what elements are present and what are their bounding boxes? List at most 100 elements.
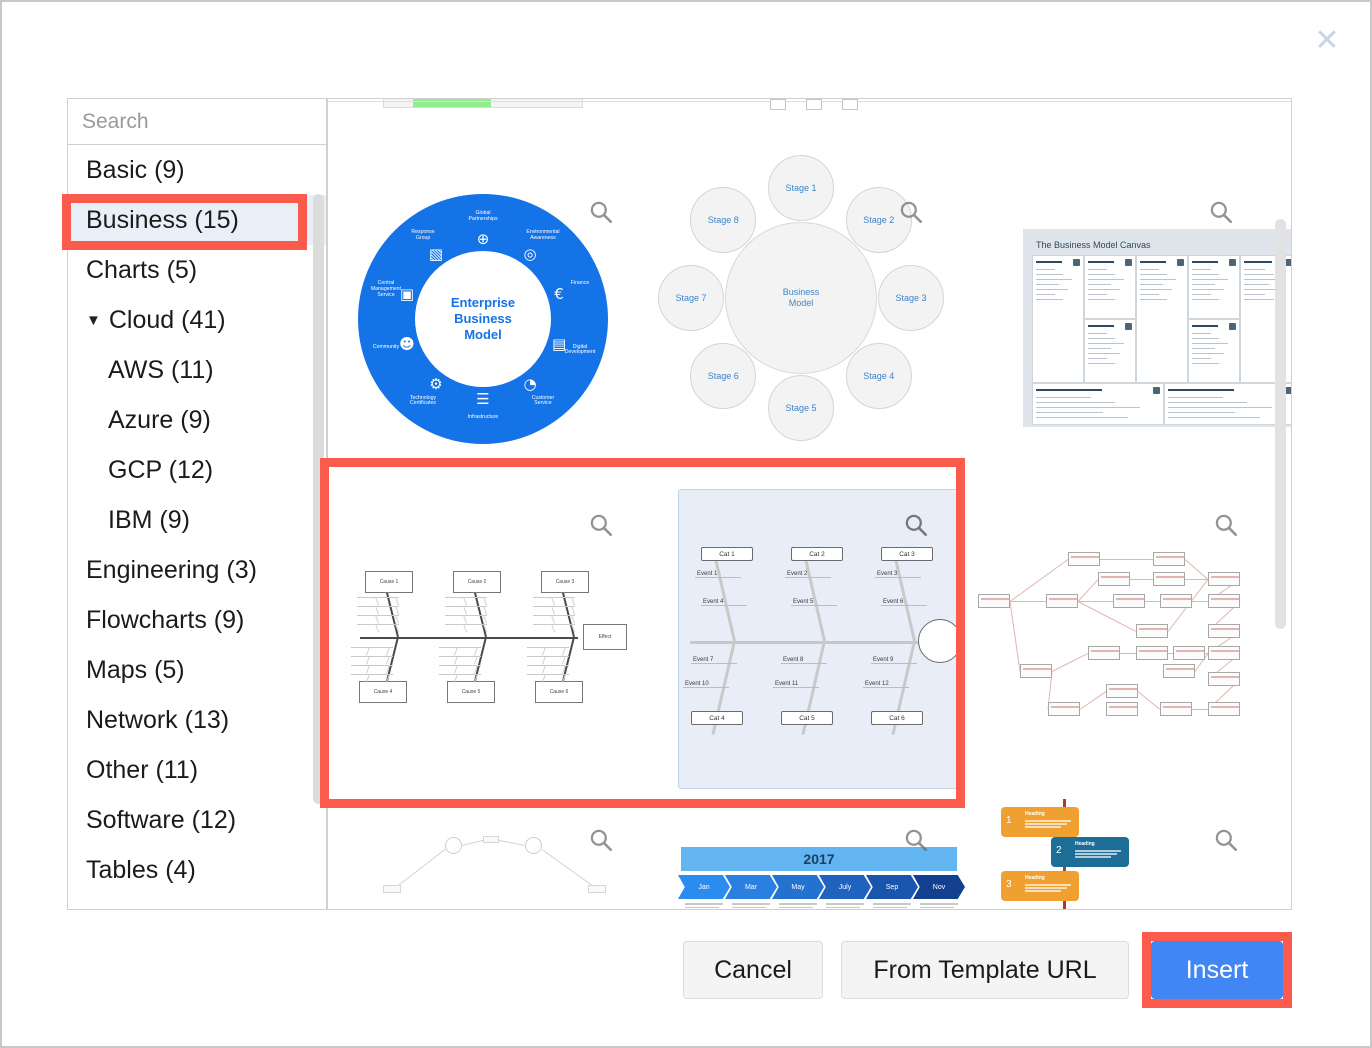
- graph-node: [445, 837, 462, 854]
- canvas-text-line: [1192, 343, 1228, 344]
- category-sidebar: Basic (9) Business (15) Charts (5) ▼ Cloud (…: [67, 98, 378, 910]
- sidebar-item-uml[interactable]: UML (8): [68, 895, 326, 910]
- magnifier-icon[interactable]: [903, 512, 929, 538]
- search-box[interactable]: [67, 98, 378, 145]
- template-business-model-canvas[interactable]: The Business Model Canvas: [963, 174, 1291, 459]
- sidebar-item-maps[interactable]: Maps (5): [68, 645, 326, 695]
- from-template-url-button[interactable]: From Template URL: [841, 941, 1129, 999]
- template-node-graph[interactable]: [343, 799, 643, 909]
- magnifier-icon[interactable]: [1213, 827, 1239, 853]
- canvas-block-icon: [1229, 259, 1236, 266]
- sidebar-item-label: AWS (11): [108, 355, 214, 384]
- roadmap-item-heading: Heading: [1075, 841, 1095, 847]
- canvas-text-line: [1140, 284, 1164, 285]
- canvas-block-icon: [1285, 259, 1291, 266]
- canvas-text-line: [1192, 284, 1216, 285]
- tree-edge: [1192, 709, 1208, 710]
- canvas-block-icon: [1153, 387, 1160, 394]
- template-fishbone-cause-effect[interactable]: Effect Cause 1 Cause 4 Cause 2 Cause 5 Cause …: [343, 484, 643, 774]
- sidebar-item-engineering[interactable]: Engineering (3): [68, 545, 326, 595]
- fishbone-spine: [360, 637, 578, 639]
- template-business-model-stages[interactable]: Business Model Stage 1 Stage 2 Stage 3 Stag…: [653, 155, 953, 459]
- sidebar-item-azure[interactable]: Azure (9): [68, 395, 326, 445]
- tree-node: [1048, 702, 1080, 716]
- sidebar-item-basic[interactable]: Basic (9): [68, 145, 326, 195]
- template-enterprise-business-model[interactable]: Enterprise Business Model ⊕ Global Partner…: [343, 174, 643, 459]
- canvas-text-line: [1192, 294, 1211, 295]
- templates-scrollbar[interactable]: [1275, 219, 1286, 649]
- template-tree-network[interactable]: [963, 484, 1273, 774]
- canvas-grid: [1032, 255, 1291, 425]
- fishbone-sub-rib: [571, 596, 576, 606]
- sidebar-item-ibm[interactable]: IBM (9): [68, 495, 326, 545]
- magnifier-icon[interactable]: [588, 827, 614, 853]
- search-input[interactable]: [80, 108, 355, 135]
- stage-circle: Stage 1: [768, 155, 834, 221]
- sidebar-scrollbar-thumb[interactable]: [313, 194, 324, 804]
- donut-segment-label: Community: [372, 343, 400, 350]
- canvas-text-line: [1244, 269, 1265, 270]
- template-timeline-2017[interactable]: 2017 Jan Mar May July Sep Nov: [653, 799, 965, 909]
- sidebar-item-label: IBM (9): [108, 505, 190, 534]
- magnifier-icon[interactable]: [1213, 512, 1239, 538]
- sidebar-item-label: Network (13): [86, 705, 230, 734]
- template-vertical-roadmap[interactable]: 1 Heading 2 Heading 3 Heading: [963, 799, 1273, 909]
- fishbone-sub-rib: [483, 614, 488, 624]
- tree-edge: [1079, 691, 1107, 710]
- canvas-text-line: [1140, 274, 1168, 275]
- canvas-text-line: [1036, 299, 1064, 300]
- fishbone-cause-box: Cause 5: [447, 681, 495, 703]
- timeline-description-placeholder: [826, 903, 864, 909]
- magnifier-icon[interactable]: [1208, 199, 1234, 225]
- fishbone-category-box: Cat 3: [881, 547, 933, 561]
- canvas-text-line: [1088, 333, 1107, 334]
- fishbone-event-label: Event 5: [791, 599, 837, 606]
- sidebar-item-flowcharts[interactable]: Flowcharts (9): [68, 595, 326, 645]
- sidebar-item-tables[interactable]: Tables (4): [68, 845, 326, 895]
- chevron-down-icon[interactable]: ▼: [86, 312, 101, 329]
- templates-panel[interactable]: Enterprise Business Model ⊕ Global Partner…: [327, 98, 1292, 910]
- sidebar-item-gcp[interactable]: GCP (12): [68, 445, 326, 495]
- magnifier-icon[interactable]: [898, 199, 924, 225]
- timeline-chevron: Nov: [913, 875, 965, 899]
- sidebar-item-other[interactable]: Other (11): [68, 745, 326, 795]
- cancel-button[interactable]: Cancel: [683, 941, 823, 999]
- fishbone-sub-rib: [551, 605, 556, 615]
- sidebar-item-software[interactable]: Software (12): [68, 795, 326, 845]
- canvas-text-line: [1140, 269, 1159, 270]
- fishbone-sub-rib: [453, 664, 458, 674]
- fishbone-sub-rib: [463, 614, 468, 624]
- canvas-text-line: [1168, 402, 1248, 403]
- template-partial-orgchart[interactable]: [768, 99, 888, 119]
- magnifier-icon[interactable]: [903, 827, 929, 853]
- fishbone-sub-rib: [561, 646, 566, 656]
- tree-edge: [1120, 653, 1136, 654]
- templates-scrollbar-thumb[interactable]: [1275, 219, 1286, 629]
- sidebar-item-aws[interactable]: AWS (11): [68, 345, 326, 395]
- timeline-description-placeholder: [779, 903, 817, 909]
- canvas-text-line: [1192, 358, 1211, 359]
- timeline-description-placeholder: [873, 903, 911, 909]
- category-list[interactable]: Basic (9) Business (15) Charts (5) ▼ Cloud (…: [67, 145, 327, 910]
- graph-edge: [498, 840, 526, 846]
- insert-button[interactable]: Insert: [1151, 941, 1283, 999]
- template-fishbone-selected[interactable]: Cat 1 Cat 4 Event 1 Event 4 Event 7 Event 10 C…: [653, 484, 963, 789]
- magnifier-icon[interactable]: [588, 199, 614, 225]
- close-icon[interactable]: ✕: [1310, 24, 1344, 58]
- stage-circle: Stage 5: [768, 375, 834, 441]
- canvas-text-line: [1192, 363, 1220, 364]
- fishbone-sub-rib: [395, 614, 400, 624]
- magnifier-icon[interactable]: [588, 512, 614, 538]
- fishbone-sub-rib: [551, 596, 556, 606]
- sidebar-item-cloud[interactable]: ▼ Cloud (41): [68, 295, 326, 345]
- fishbone-event-label: Event 12: [863, 681, 909, 688]
- sidebar-scrollbar[interactable]: [313, 194, 324, 904]
- sidebar-item-charts[interactable]: Charts (5): [68, 245, 326, 295]
- sidebar-item-business[interactable]: Business (15): [68, 195, 326, 245]
- canvas-block-icon: [1229, 323, 1236, 330]
- canvas-block-title-line: [1192, 325, 1218, 327]
- sidebar-item-label: Charts (5): [86, 255, 198, 284]
- tree-node: [1106, 702, 1138, 716]
- tree-node: [1153, 572, 1185, 586]
- sidebar-item-network[interactable]: Network (13): [68, 695, 326, 745]
